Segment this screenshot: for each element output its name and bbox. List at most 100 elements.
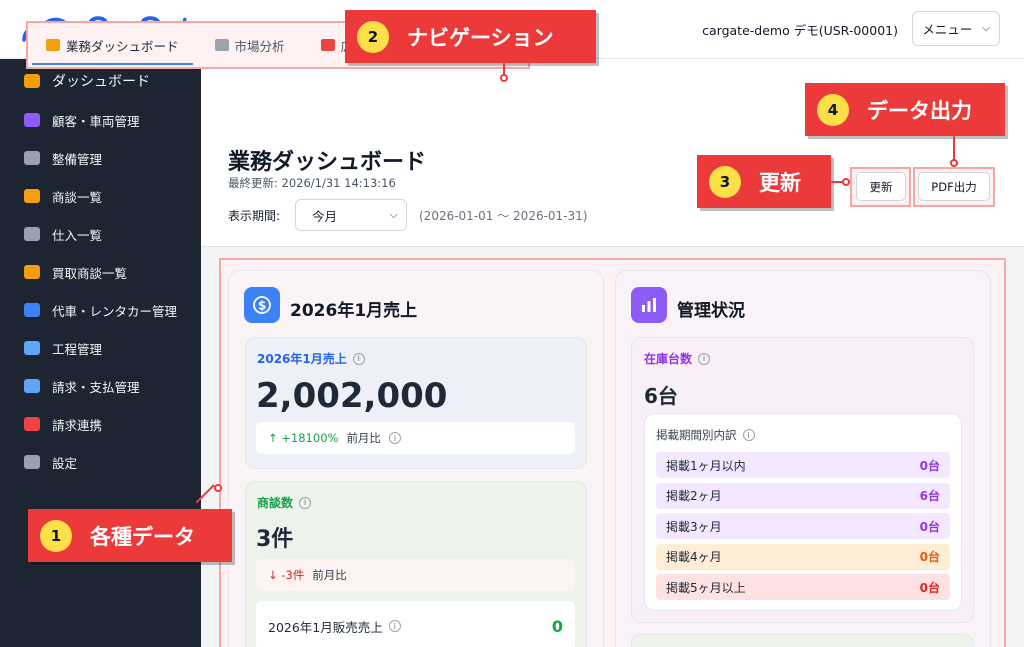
chevron-down-icon: ⌵: [982, 23, 990, 34]
stock-value: 6台: [644, 384, 678, 408]
callout-1-label: 各種データ: [90, 524, 195, 549]
callout-2-dot: [500, 74, 508, 82]
breakdown-row: 掲載1ヶ月以内 0台: [656, 452, 950, 478]
sales-label-text: 2026年1月売上: [257, 352, 347, 366]
sales-label: 2026年1月売上 i: [257, 350, 365, 367]
sidebar-item-label: 顧客・車両管理: [52, 113, 140, 129]
callout-1-number: 1: [40, 519, 72, 552]
sale-value: 0: [551, 616, 563, 636]
bar-chart-icon: [631, 287, 667, 323]
car-icon: [24, 303, 40, 317]
money-bag-icon: [24, 189, 40, 203]
info-icon[interactable]: i: [299, 496, 312, 509]
sidebar-item-label: 代車・レンタカー管理: [52, 303, 178, 319]
callout-4-number: 4: [817, 93, 849, 126]
tab-label: 業務ダッシュボード: [66, 38, 179, 54]
callout-3: 3 更新: [697, 155, 831, 208]
sale-label: 2026年1月販売売上 i: [268, 617, 401, 636]
sidebar-item-4[interactable]: 仕入一覧: [0, 215, 201, 253]
sales-card-title: 2026年1月売上: [290, 301, 418, 321]
line-chart-icon: [214, 39, 229, 51]
page-title: 業務ダッシュボード: [228, 150, 427, 175]
breakdown-label-text: 掲載期間別内訳: [656, 428, 737, 442]
users-icon: [24, 113, 40, 127]
sidebar-item-1[interactable]: 顧客・車両管理: [0, 101, 201, 139]
stock-label-text: 在庫台数: [644, 352, 693, 366]
callout-4-dot: [950, 159, 958, 167]
callout-1: 1 各種データ: [28, 509, 232, 562]
stock-label: 在庫台数 i: [644, 350, 711, 367]
breakdown-row: 掲載4ヶ月 0台: [656, 543, 950, 570]
breakdown-row: 掲載3ヶ月 0台: [656, 513, 950, 539]
sidebar-item-2[interactable]: 整備管理: [0, 139, 201, 177]
pdf-export-button[interactable]: PDF出力: [918, 172, 990, 201]
breakdown-row-label: 掲載3ヶ月: [666, 519, 722, 534]
menu-button-label: メニュー: [922, 22, 973, 37]
sale-row: 2026年1月販売売上 i 0: [256, 601, 575, 647]
tab-label: 市場分析: [234, 38, 285, 54]
sidebar-item-3[interactable]: 商談一覧: [0, 177, 201, 215]
info-icon[interactable]: i: [388, 432, 401, 444]
callout-4-label: データ出力: [867, 98, 972, 123]
breakdown-row-value: 0台: [919, 519, 940, 534]
deals-label: 商談数 i: [257, 494, 312, 511]
breakdown-row-label: 掲載1ヶ月以内: [666, 458, 746, 473]
info-icon[interactable]: i: [352, 352, 365, 365]
breakdown-row: 掲載5ヶ月以上 0台: [656, 574, 950, 600]
sidebar-item-label: 買取商談一覧: [52, 265, 128, 281]
period-label: 表示期間:: [228, 209, 281, 223]
callout-3-dot: [842, 178, 850, 186]
deals-change: ↓ -3件: [268, 568, 305, 582]
tab-1[interactable]: 市場分析: [197, 23, 303, 67]
compare-label: 前月比: [312, 568, 347, 582]
next-panel: [631, 634, 974, 647]
deals-label-text: 商談数: [257, 496, 294, 510]
tab-0[interactable]: 業務ダッシュボード: [28, 23, 197, 67]
target-icon: [320, 39, 335, 51]
bar-chart-icon: [24, 74, 40, 88]
sidebar-item-label: 設定: [52, 455, 78, 471]
handshake-icon: [24, 265, 40, 279]
sidebar-item-label: 整備管理: [52, 151, 103, 167]
refresh-button[interactable]: 更新: [856, 172, 906, 201]
breakdown-row-label: 掲載5ヶ月以上: [666, 580, 746, 595]
breakdown-row-label: 掲載4ヶ月: [666, 550, 722, 564]
period-select[interactable]: 今月 ⌵: [295, 199, 407, 231]
breakdown-row-value: 0台: [919, 458, 940, 473]
sidebar-item-label: ダッシュボード: [52, 74, 150, 90]
dollar-icon: $: [244, 287, 280, 323]
callout-4: 4 データ出力: [805, 83, 1005, 136]
sidebar-item-10[interactable]: 設定: [0, 443, 201, 481]
callout-4-line: [953, 136, 955, 161]
breakdown-row-value: 0台: [919, 550, 940, 564]
sidebar-item-label: 請求連携: [52, 417, 103, 433]
user-account-label: cargate-demo デモ(USR-00001): [702, 23, 898, 38]
sidebar-item-7[interactable]: 工程管理: [0, 329, 201, 367]
breakdown-label: 掲載期間別内訳 i: [656, 427, 755, 443]
compare-label: 前月比: [346, 431, 381, 445]
breakdown-row-value: 0台: [919, 580, 940, 595]
sidebar-item-label: 仕入一覧: [52, 227, 103, 243]
info-icon[interactable]: i: [698, 352, 711, 365]
sales-value: 2,002,000: [256, 376, 448, 416]
period-range: (2026-01-01 〜 2026-01-31): [419, 209, 588, 223]
deals-value: 3件: [256, 527, 294, 552]
sidebar-item-8[interactable]: 請求・支払管理: [0, 367, 201, 405]
sidebar-item-6[interactable]: 代車・レンタカー管理: [0, 291, 201, 329]
breakdown-row: 掲載2ヶ月 6台: [656, 482, 950, 509]
sidebar-item-5[interactable]: 買取商談一覧: [0, 253, 201, 291]
deals-change-pill: ↓ -3件 前月比: [256, 559, 575, 591]
info-icon[interactable]: i: [742, 429, 755, 441]
menu-button[interactable]: メニュー ⌵: [912, 11, 1000, 46]
sidebar-item-label: 商談一覧: [52, 189, 103, 205]
sidebar-item-label: 請求・支払管理: [52, 379, 140, 395]
wrench-icon: [24, 151, 40, 165]
calendar-icon: [24, 341, 40, 355]
chevron-down-icon: ⌵: [389, 208, 398, 221]
sidebar-item-9[interactable]: 請求連携: [0, 405, 201, 443]
info-icon[interactable]: i: [388, 620, 401, 632]
breakdown-row-value: 6台: [919, 489, 940, 503]
gear-icon: [24, 455, 40, 469]
callout-3-number: 3: [709, 165, 741, 198]
callout-3-label: 更新: [759, 170, 801, 195]
